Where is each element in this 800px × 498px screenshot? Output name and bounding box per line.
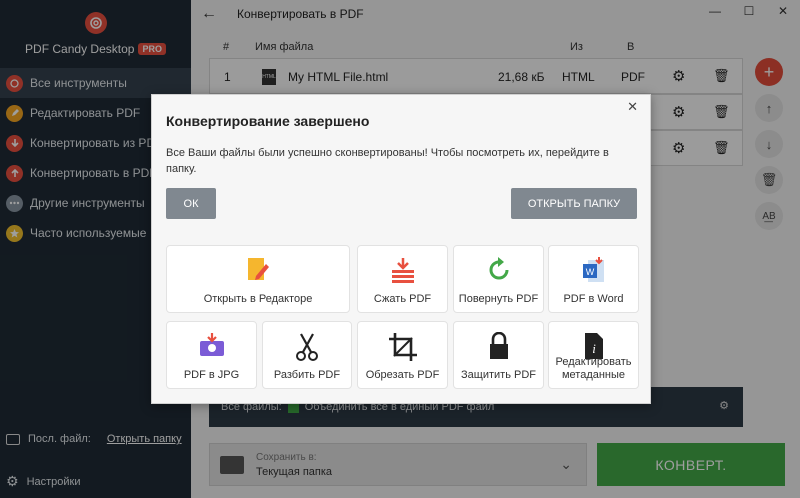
word-icon: W: [582, 256, 606, 288]
ok-button[interactable]: ОК: [166, 188, 216, 219]
tile-label: Сжать PDF: [373, 293, 432, 305]
open-folder-button[interactable]: ОТКРЫТЬ ПАПКУ: [511, 188, 637, 219]
tile-label: Обрезать PDF: [365, 369, 440, 381]
tile-label: Защитить PDF: [461, 369, 536, 381]
tile-label: PDF в JPG: [183, 369, 240, 381]
close-icon[interactable]: ✕: [627, 99, 638, 115]
edit-document-icon: [246, 256, 270, 288]
rotate-icon: [485, 256, 513, 288]
tile-open-editor[interactable]: Открыть в Редакторе: [166, 245, 350, 313]
info-document-icon: i: [583, 332, 605, 364]
tile-label: PDF в Word: [563, 293, 624, 305]
lock-icon: [488, 331, 510, 364]
tile-label: Разбить PDF: [273, 369, 341, 381]
tile-protect[interactable]: Защитить PDF: [453, 321, 544, 389]
scissors-icon: [295, 332, 319, 366]
svg-text:W: W: [585, 267, 594, 277]
tile-label: Повернуть PDF: [458, 293, 539, 305]
tile-pdf-to-word[interactable]: W PDF в Word: [548, 245, 639, 313]
conversion-complete-dialog: ✕ Конвертирование завершено Все Ваши фай…: [151, 94, 651, 404]
svg-text:i: i: [592, 341, 596, 356]
tile-compress[interactable]: Сжать PDF: [357, 245, 448, 313]
tile-rotate[interactable]: Повернуть PDF: [453, 245, 544, 313]
image-icon: [198, 332, 226, 362]
tile-crop[interactable]: Обрезать PDF: [357, 321, 448, 389]
dialog-title: Конвертирование завершено: [166, 113, 370, 129]
tile-pdf-to-jpg[interactable]: PDF в JPG: [166, 321, 257, 389]
tile-split[interactable]: Разбить PDF: [262, 321, 352, 389]
compress-icon: [390, 256, 416, 288]
tile-label: Открыть в Редакторе: [203, 293, 313, 305]
crop-icon: [388, 332, 418, 366]
tile-edit-metadata[interactable]: i Редактировать метаданные: [548, 321, 639, 389]
dialog-message: Все Ваши файлы были успешно сконвертиров…: [166, 147, 609, 175]
